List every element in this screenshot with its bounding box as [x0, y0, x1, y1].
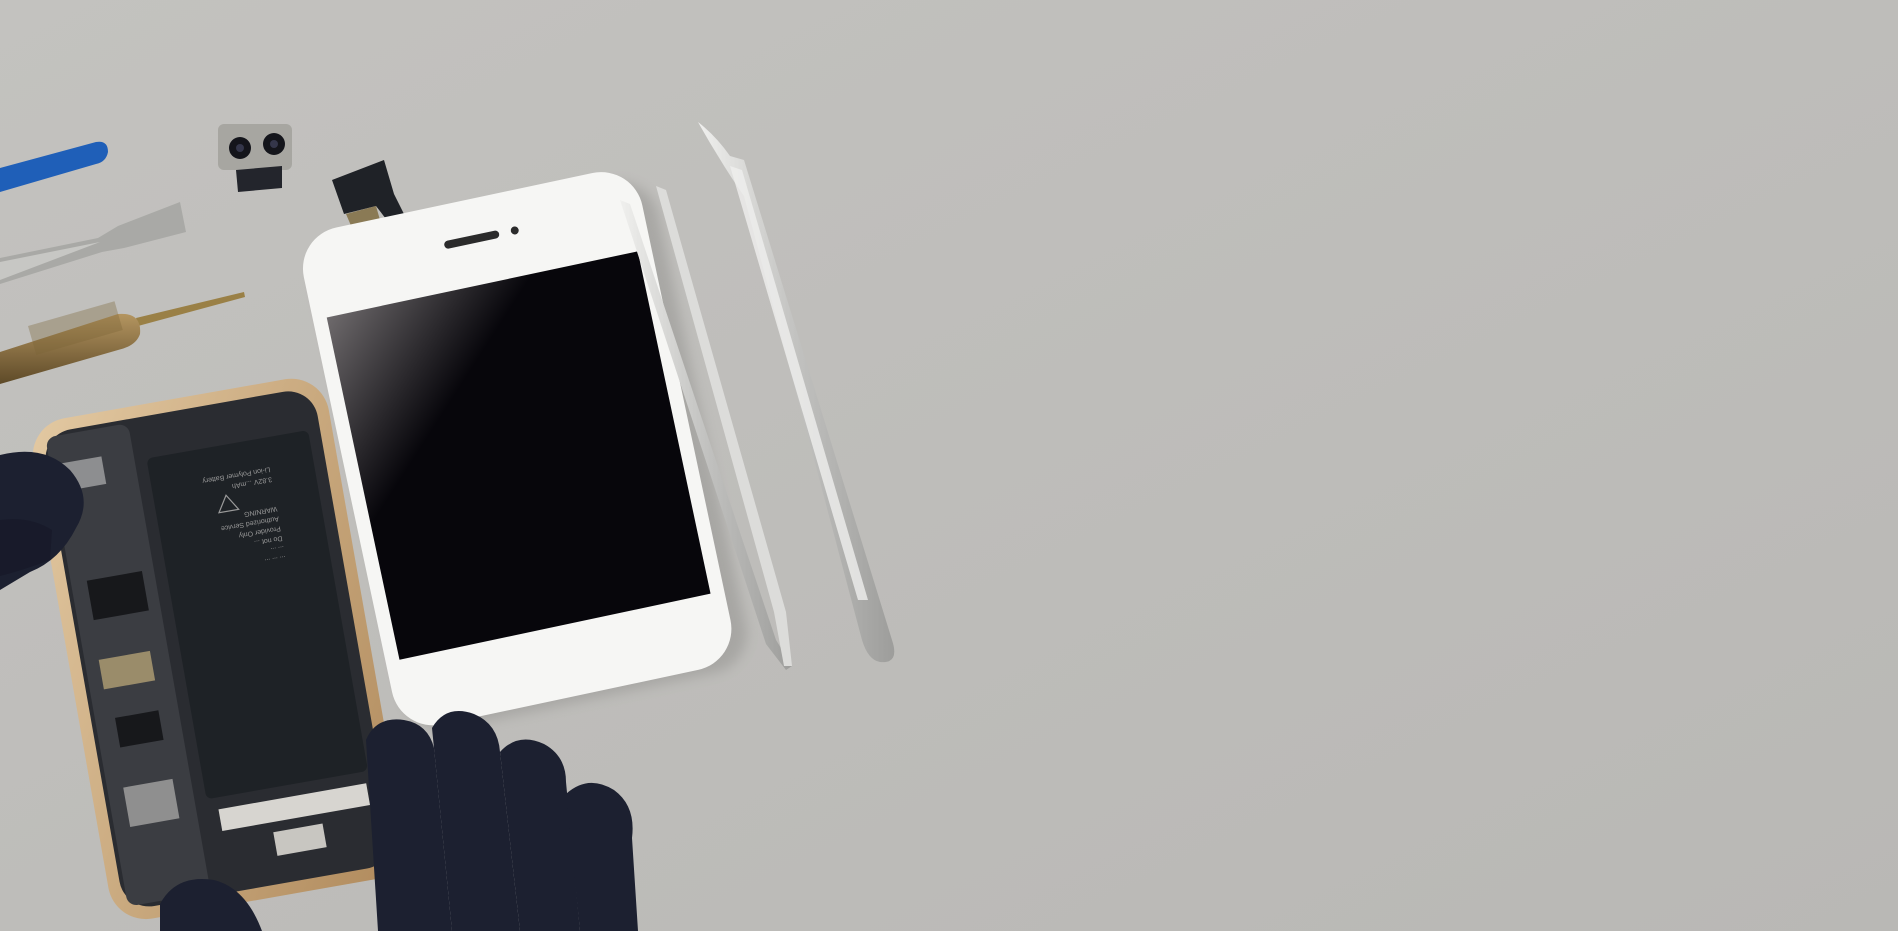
photo-scene: Li-ion Polymer Battery 3.82V ...mAh WARN…	[0, 0, 1898, 931]
phone-repair-photo: Li-ion Polymer Battery 3.82V ...mAh WARN…	[0, 0, 1898, 931]
